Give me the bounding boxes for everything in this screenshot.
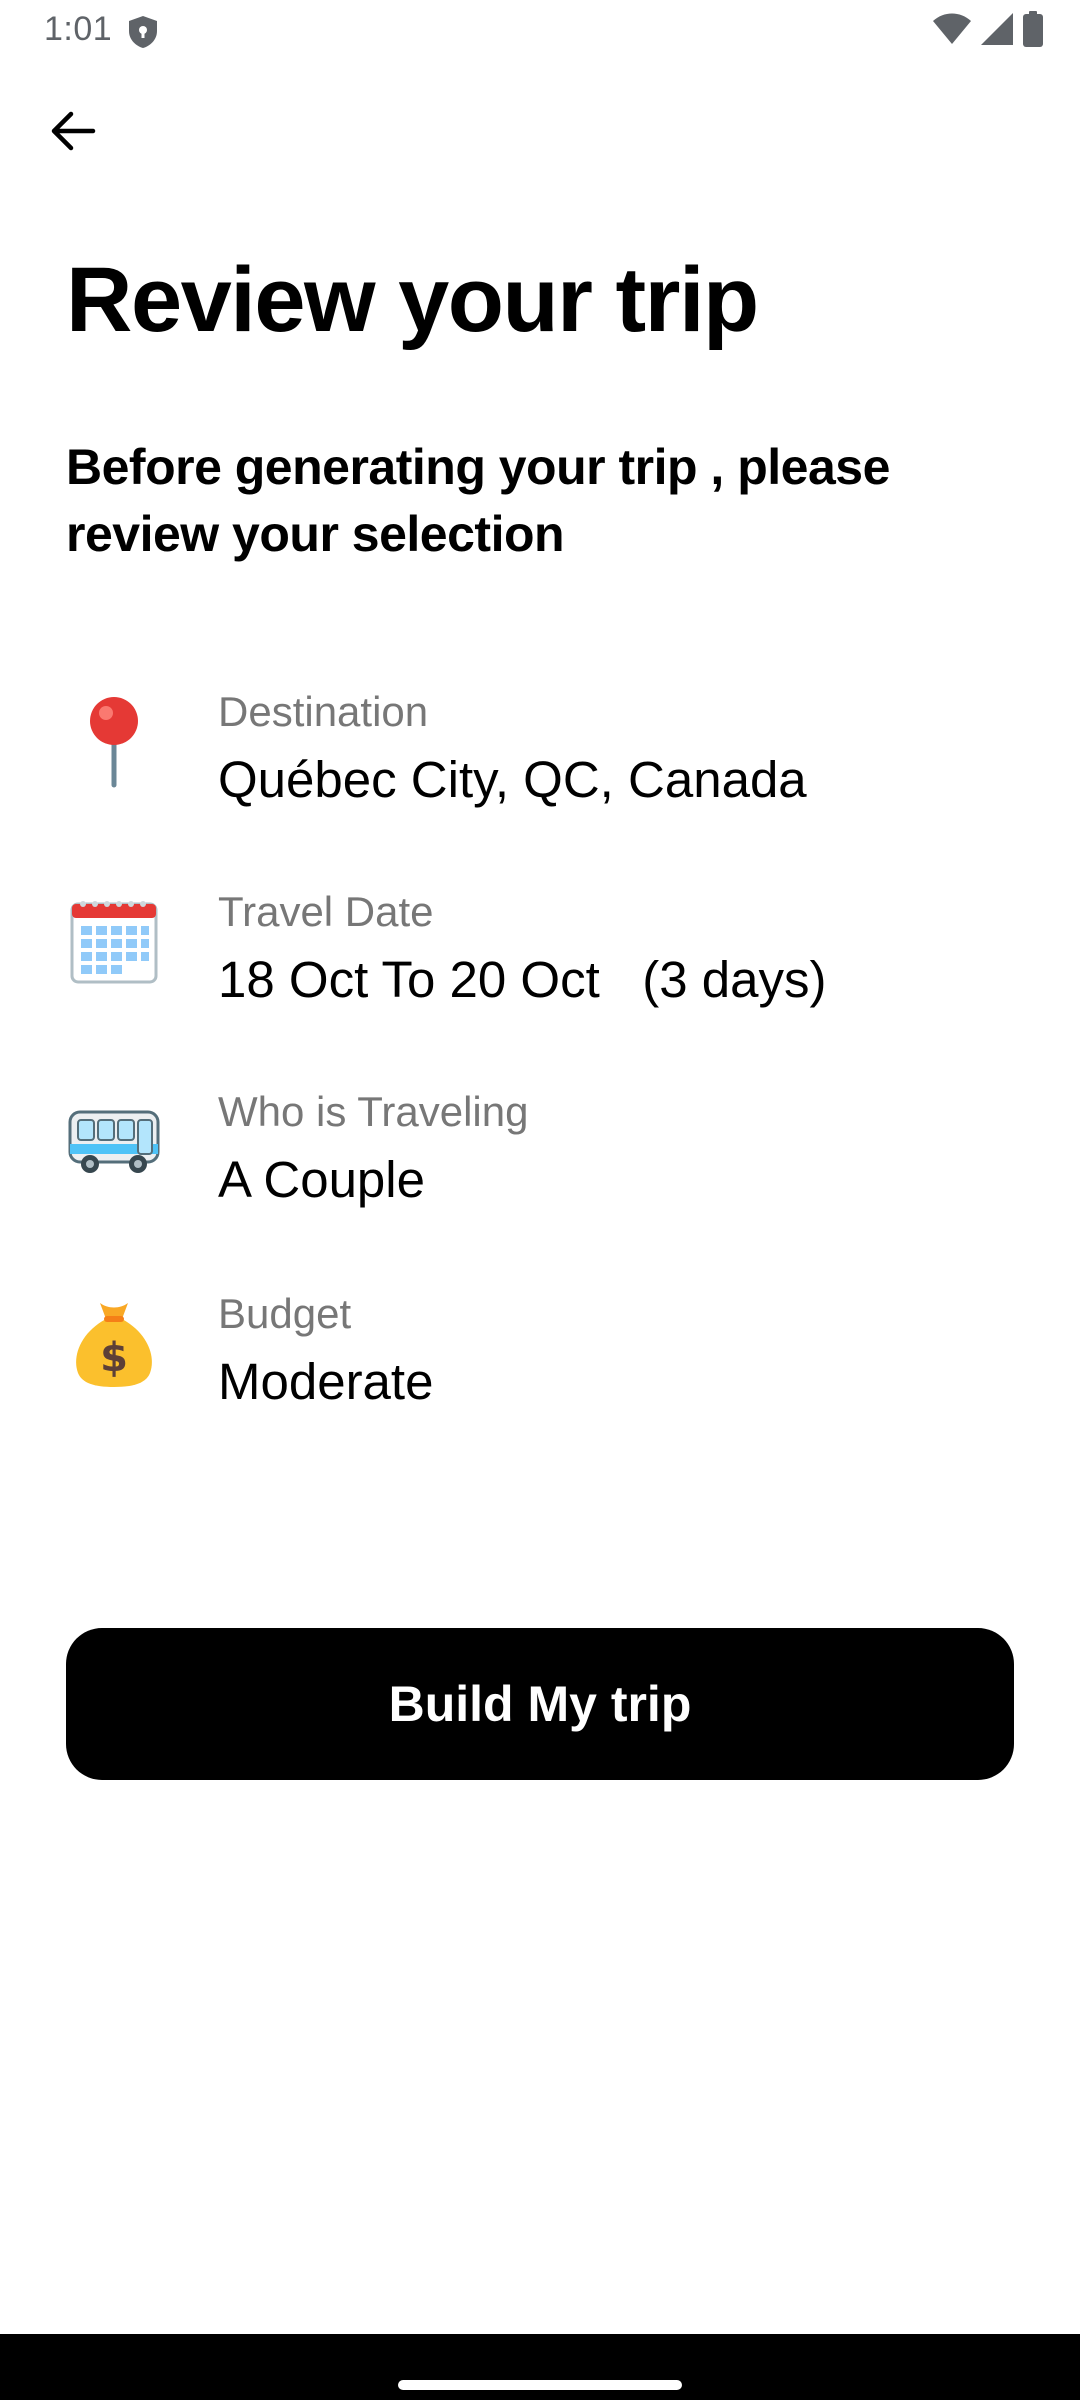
travelers-value: A Couple: [218, 1151, 425, 1208]
build-my-trip-button[interactable]: Build My trip: [66, 1628, 1014, 1780]
arrow-left-icon: [49, 109, 97, 158]
travel-date-label: Travel Date: [218, 888, 434, 935]
page-title: Review your trip: [66, 249, 759, 351]
travel-date-item: Travel Date 18 Oct To 20 Oct (3 days): [66, 886, 1026, 1026]
travelers-item: Who is Traveling A Couple: [66, 1086, 1026, 1226]
budget-item: $ Budget Moderate: [66, 1288, 1026, 1428]
back-button[interactable]: [40, 100, 106, 166]
destination-value: Québec City, QC, Canada: [218, 751, 807, 808]
budget-label: Budget: [218, 1290, 352, 1337]
home-handle[interactable]: [398, 2380, 682, 2390]
budget-value: Moderate: [218, 1353, 434, 1410]
navigation-bar: [0, 2334, 1080, 2400]
page-subtitle: Before generating your trip , please rev…: [66, 439, 890, 562]
status-time: 1:01: [44, 10, 113, 48]
pushpin-icon: [66, 686, 162, 796]
signal-icon: [980, 12, 1014, 51]
svg-text:$: $: [100, 1335, 128, 1381]
calendar-icon: [66, 886, 162, 996]
destination-label: Destination: [218, 688, 429, 735]
travel-date-value: 18 Oct To 20 Oct (3 days): [218, 951, 827, 1008]
battery-icon: [1022, 10, 1044, 52]
money-bag-icon: $: [66, 1288, 162, 1398]
destination-item: Destination Québec City, QC, Canada: [66, 686, 1026, 826]
status-bar: 1:01: [0, 0, 1080, 62]
shield-icon: [126, 14, 160, 50]
travelers-label: Who is Traveling: [218, 1088, 529, 1135]
wifi-icon: [932, 12, 972, 51]
bus-icon: [66, 1086, 162, 1196]
status-icons: [932, 10, 1044, 52]
